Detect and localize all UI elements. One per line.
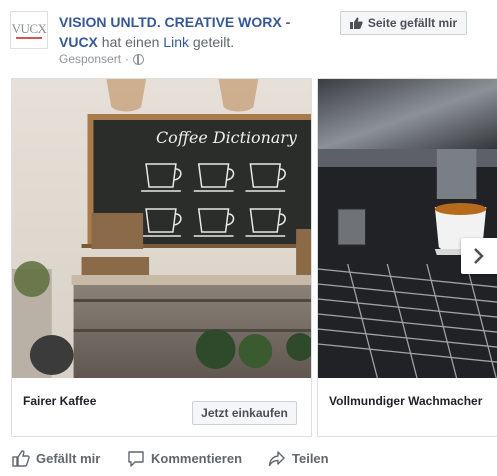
post-attribution: VISION UNLTD. CREATIVE WORX - VUCX hat e… bbox=[59, 12, 299, 52]
separator: · bbox=[125, 52, 130, 66]
carousel-next-button[interactable] bbox=[461, 238, 497, 274]
card-title[interactable]: Vollmundiger Wachmacher bbox=[329, 394, 482, 408]
post-actions: Gefällt mir Kommentieren Teilen bbox=[0, 445, 497, 471]
comment-label: Kommentieren bbox=[151, 450, 243, 466]
like-label: Gefällt mir bbox=[36, 450, 101, 466]
sponsored-label[interactable]: Gesponsert bbox=[59, 52, 121, 66]
like-page-button[interactable]: Seite gefällt mir bbox=[340, 11, 467, 35]
espresso-machine-photo[interactable] bbox=[318, 79, 497, 378]
chalkboard-title: Coffee Dictionary bbox=[156, 128, 298, 147]
comment-icon bbox=[128, 450, 144, 467]
carousel-card[interactable]: Coffee Dictionary Fairer Kaffee Jetzt ei… bbox=[11, 78, 312, 437]
thumbs-up-icon bbox=[12, 449, 30, 467]
like-action[interactable]: Gefällt mir bbox=[12, 445, 100, 471]
card-title[interactable]: Fairer Kaffee bbox=[23, 394, 96, 408]
coffee-shop-chalkboard-photo[interactable]: Coffee Dictionary bbox=[12, 79, 311, 378]
post-header: VUCX VISION UNLTD. CREATIVE WORX - VUCX … bbox=[0, 0, 497, 72]
sponsored-line: Gesponsert · bbox=[59, 52, 145, 66]
thumbs-up-icon bbox=[349, 17, 363, 29]
page-avatar[interactable]: VUCX bbox=[10, 11, 48, 49]
shared-link[interactable]: Link bbox=[163, 34, 189, 50]
shop-now-button[interactable]: Jetzt einkaufen bbox=[192, 401, 297, 425]
share-action[interactable]: Teilen bbox=[268, 445, 329, 471]
share-label: Teilen bbox=[292, 450, 329, 466]
carousel: Coffee Dictionary Fairer Kaffee Jetzt ei… bbox=[0, 78, 497, 438]
shared-prefix: hat einen bbox=[101, 34, 160, 50]
logo-text: VUCX bbox=[11, 20, 47, 36]
like-page-label: Seite gefällt mir bbox=[367, 16, 458, 30]
comment-action[interactable]: Kommentieren bbox=[127, 445, 242, 471]
shared-suffix: geteilt. bbox=[192, 34, 235, 50]
chevron-right-icon bbox=[474, 248, 484, 264]
shared-text: hat einen Link geteilt. bbox=[102, 34, 234, 50]
logo-accent bbox=[16, 36, 42, 39]
globe-icon bbox=[133, 53, 145, 65]
share-icon bbox=[268, 450, 285, 466]
